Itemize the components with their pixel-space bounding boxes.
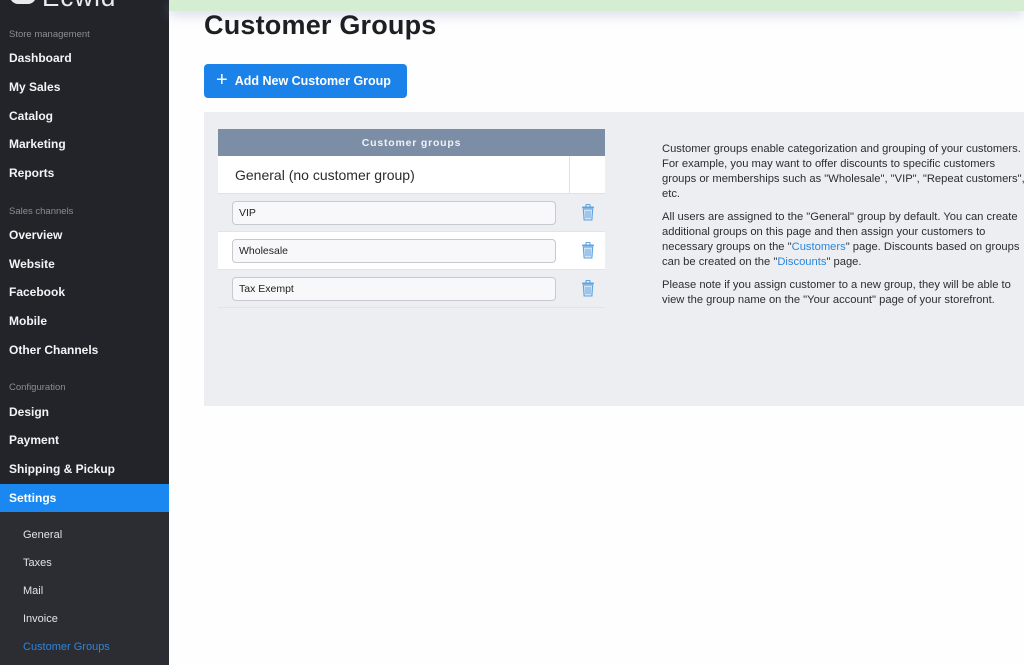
sidebar-item-other-channels[interactable]: Other Channels: [0, 336, 169, 364]
section-sales-channels: Sales channels: [9, 206, 74, 217]
sidebar-item-overview[interactable]: Overview: [0, 221, 169, 249]
sidebar-item-design[interactable]: Design: [0, 398, 169, 426]
sidebar-item-mobile[interactable]: Mobile: [0, 307, 169, 335]
submenu-item-taxes[interactable]: Taxes: [0, 550, 169, 576]
table-row: [218, 232, 605, 270]
settings-submenu: General Taxes Mail Invoice Customer Grou…: [0, 512, 169, 665]
group-name-input-wholesale[interactable]: [232, 238, 556, 263]
info-text-segment: " page.: [826, 256, 862, 268]
submenu-item-general[interactable]: General: [0, 522, 169, 548]
trash-icon[interactable]: [581, 204, 595, 221]
page-title: Customer Groups: [204, 10, 437, 40]
logo-text: Ecwid: [42, 0, 116, 13]
customer-groups-panel: Customer groups General (no customer gro…: [204, 112, 1024, 406]
sidebar-item-my-sales[interactable]: My Sales: [0, 73, 169, 101]
customer-groups-table: Customer groups General (no customer gro…: [218, 129, 605, 308]
default-group-action-cell: [570, 156, 605, 193]
discounts-link[interactable]: Discounts: [777, 256, 826, 268]
table-header: Customer groups: [218, 129, 605, 156]
submenu-item-mail[interactable]: Mail: [0, 578, 169, 604]
default-group-name: General (no customer group): [218, 156, 570, 193]
sidebar-item-marketing[interactable]: Marketing: [0, 130, 169, 158]
app-root: Ecwid Store management Dashboard My Sale…: [0, 0, 1024, 665]
section-store-management: Store management: [9, 29, 90, 40]
table-row: [218, 194, 605, 232]
section-configuration: Configuration: [9, 382, 66, 393]
trash-icon[interactable]: [581, 280, 595, 297]
sidebar-item-website[interactable]: Website: [0, 250, 169, 278]
default-group-row: General (no customer group): [218, 156, 605, 194]
sidebar-item-shipping-pickup[interactable]: Shipping & Pickup: [0, 455, 169, 483]
info-paragraph-2: All users are assigned to the "General" …: [662, 210, 1024, 270]
sidebar-item-payment[interactable]: Payment: [0, 426, 169, 454]
table-row: [218, 270, 605, 308]
main-content: Customer Groups + Add New Customer Group…: [169, 0, 1024, 665]
sidebar-item-catalog[interactable]: Catalog: [0, 102, 169, 130]
add-customer-group-button[interactable]: + Add New Customer Group: [204, 64, 407, 98]
plus-icon: +: [216, 69, 228, 91]
info-text: Customer groups enable categorization an…: [662, 142, 1024, 316]
sidebar: Ecwid Store management Dashboard My Sale…: [0, 0, 169, 665]
submenu-item-invoice[interactable]: Invoice: [0, 606, 169, 632]
add-button-label: Add New Customer Group: [234, 74, 391, 88]
info-paragraph-1: Customer groups enable categorization an…: [662, 143, 1024, 200]
sidebar-item-dashboard[interactable]: Dashboard: [0, 44, 169, 72]
customers-link[interactable]: Customers: [792, 241, 846, 253]
submenu-item-customer-groups[interactable]: Customer Groups: [0, 634, 169, 660]
ecwid-logo-icon: [10, 0, 36, 4]
group-name-input-tax-exempt[interactable]: [232, 276, 556, 301]
sidebar-item-facebook[interactable]: Facebook: [0, 278, 169, 306]
trash-icon[interactable]: [581, 242, 595, 259]
sidebar-item-reports[interactable]: Reports: [0, 159, 169, 187]
info-paragraph-3: Please note if you assign customer to a …: [662, 279, 1011, 306]
group-name-input-vip[interactable]: [232, 200, 556, 225]
sidebar-item-settings[interactable]: Settings: [0, 484, 169, 512]
logo[interactable]: Ecwid: [10, 0, 116, 12]
